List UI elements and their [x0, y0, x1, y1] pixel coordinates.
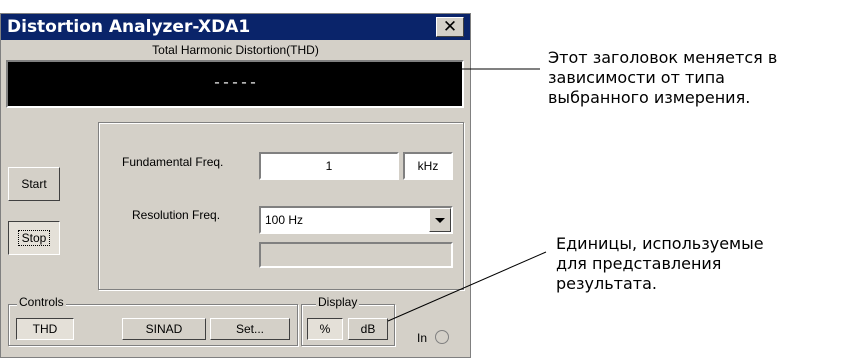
fundamental-unit[interactable]: kHz	[403, 152, 453, 180]
close-icon: ✕	[442, 17, 458, 37]
result-display: -----	[6, 60, 464, 108]
units-annotation-line-3: результата.	[556, 274, 657, 293]
resolution-freq-select[interactable]: 100 Hz	[259, 206, 453, 234]
fundamental-freq-label: Fundamental Freq.	[122, 155, 224, 169]
stop-button[interactable]: Stop	[8, 221, 60, 255]
measurement-subtitle: Total Harmonic Distortion(THD)	[152, 43, 319, 57]
thd-button[interactable]: THD	[16, 318, 74, 340]
db-button[interactable]: dB	[348, 318, 388, 340]
display-label: Display	[316, 295, 360, 309]
title-bar: Distortion Analyzer-XDA1 ✕	[1, 14, 470, 40]
close-button[interactable]: ✕	[436, 17, 464, 37]
in-indicator-icon	[435, 330, 449, 344]
units-annotation-line-1: Единицы, используемые	[556, 234, 764, 253]
title-annotation: Этот заголовок меняется в зависимости от…	[548, 48, 777, 108]
units-annotation: Единицы, используемые для представления …	[556, 234, 764, 294]
resolution-freq-value: 100 Hz	[265, 213, 304, 227]
chevron-down-icon[interactable]	[429, 208, 451, 232]
resolution-extra-field	[259, 242, 453, 268]
sinad-button[interactable]: SINAD	[122, 318, 206, 340]
title-annotation-line-3: выбранного измерения.	[548, 88, 751, 107]
controls-label: Controls	[17, 295, 66, 309]
resolution-freq-label: Resolution Freq.	[132, 208, 221, 222]
start-button[interactable]: Start	[8, 167, 60, 201]
stop-button-label: Stop	[17, 230, 51, 246]
set-button[interactable]: Set...	[210, 318, 290, 340]
title-annotation-line-2: зависимости от типа	[548, 68, 725, 87]
title-annotation-line-1: Этот заголовок меняется в	[548, 48, 778, 67]
units-annotation-line-2: для представления	[556, 254, 722, 273]
percent-button[interactable]: %	[307, 318, 343, 340]
distortion-analyzer-window: Distortion Analyzer-XDA1 ✕ Total Harmoni…	[0, 13, 471, 358]
fundamental-freq-input[interactable]: 1	[259, 152, 399, 180]
in-label: In	[417, 331, 428, 345]
window-title: Distortion Analyzer-XDA1	[7, 17, 251, 37]
